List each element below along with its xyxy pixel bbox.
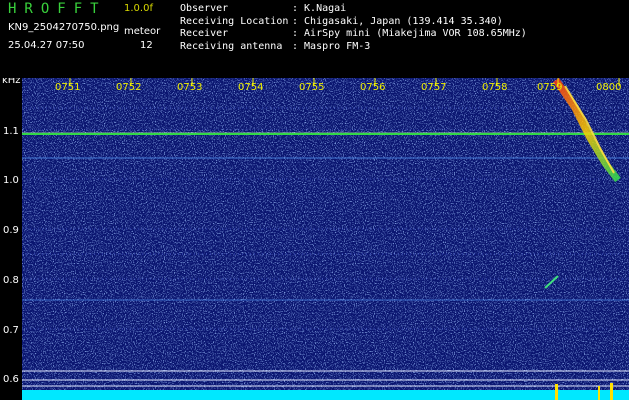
noise-spike: [555, 384, 558, 400]
time-label: 0756: [360, 82, 385, 93]
header-panel: HROFFT 1.0.0f KN9_2504270750.png meteor …: [0, 0, 629, 78]
spectrogram-svg: kHz 1.1 1.0 0.9 0.8 0.7 0.6 0751 0752 07…: [0, 78, 629, 400]
time-label: 0800: [596, 82, 621, 93]
meta-value: : Maspro FM-3: [292, 40, 371, 52]
time-label: 0754: [238, 82, 263, 93]
noise-level-bar: [22, 390, 629, 400]
y-tick-label: 1.0: [3, 175, 19, 186]
time-label: 0751: [55, 82, 80, 93]
y-tick-label: 1.1: [3, 126, 19, 137]
meta-key: Receiving antenna: [180, 40, 283, 52]
time-label: 0758: [482, 82, 507, 93]
meta-key: Observer: [180, 3, 229, 14]
timestamp: 25.04.27 07:50: [8, 40, 85, 51]
y-axis-unit: kHz: [2, 78, 21, 86]
meta-row-receiver: Receiver : AirSpy mini (Miakejima VOR 108…: [180, 28, 527, 41]
y-tick-label: 0.8: [3, 275, 19, 286]
meta-row-observer: Observer : K.Nagai: [180, 3, 527, 16]
spectrogram-noise: [22, 78, 629, 400]
y-tick-label: 0.7: [3, 325, 19, 336]
meta-key: Receiving Location: [180, 15, 289, 27]
time-label: 0759: [537, 82, 562, 93]
y-tick-label: 0.9: [3, 225, 19, 236]
meteor-label: meteor: [124, 26, 161, 37]
time-label: 0755: [299, 82, 324, 93]
meta-row-location: Receiving Location: Chigasaki, Japan (13…: [180, 16, 527, 29]
meteor-count: 12: [140, 40, 153, 51]
meta-value: : Chigasaki, Japan (139.414 35.340): [292, 15, 503, 27]
meta-value: : AirSpy mini (Miakejima VOR 108.65MHz): [292, 28, 527, 39]
meta-value: : K.Nagai: [292, 3, 347, 14]
app-version: 1.0.0f: [124, 3, 153, 14]
time-label: 0752: [116, 82, 141, 93]
app-title: HROFFT: [8, 1, 107, 17]
noise-spike: [598, 386, 600, 400]
meta-row-antenna: Receiving antenna : Maspro FM-3: [180, 41, 527, 54]
time-label: 0753: [177, 82, 202, 93]
time-label: 0757: [421, 82, 446, 93]
meta-key: Receiver: [180, 28, 229, 39]
observation-metadata: Observer : K.Nagai Receiving Location: Ch…: [180, 3, 527, 53]
noise-spike: [610, 383, 613, 400]
file-name: KN9_2504270750.png: [8, 22, 120, 33]
y-tick-label: 0.6: [3, 374, 19, 385]
spectrogram-panel: kHz 1.1 1.0 0.9 0.8 0.7 0.6 0751 0752 07…: [0, 78, 629, 400]
